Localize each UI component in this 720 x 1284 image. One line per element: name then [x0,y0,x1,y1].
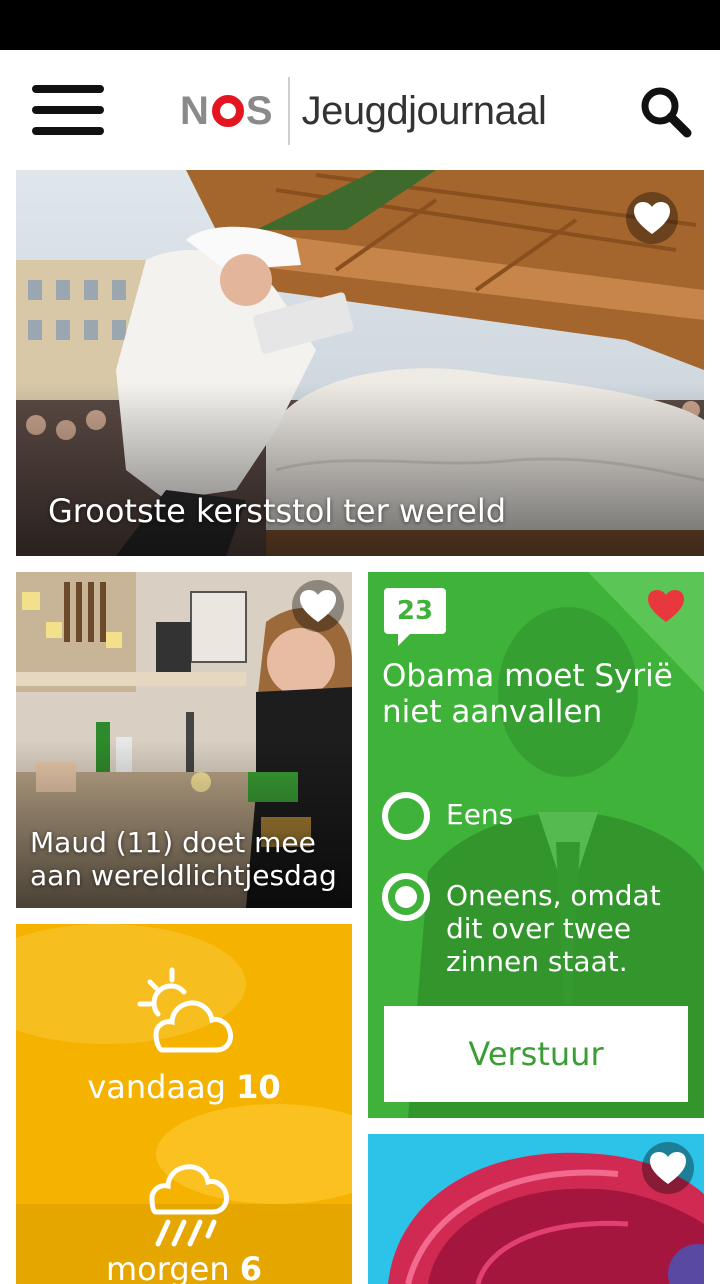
app-logo[interactable]: NS Jeugdjournaal [180,76,547,146]
app-header: NS Jeugdjournaal [0,50,720,170]
maud-title: Maud (11) doet mee aan wereldlichtjesdag [30,826,337,892]
favorite-heart-icon[interactable] [624,190,680,246]
nos-logo: NS [180,88,274,133]
logo-divider [287,77,290,145]
radio-checked-icon[interactable] [382,873,430,921]
hero-title: Grootste kerststol ter wereld [48,492,507,530]
logo-title: Jeugdjournaal [301,88,547,133]
weather-today-label: vandaag [87,1068,226,1106]
poll-question: Obama moet Syrië niet aanvallen [382,658,673,730]
poll-tile: 23 Obama moet Syrië niet aanvallen Eens … [368,572,704,1118]
weather-today-temp: 10 [236,1068,281,1106]
submit-vote-button[interactable]: Verstuur [384,1006,688,1102]
status-bar [0,0,720,50]
weather-today: vandaag 10 [16,1068,352,1106]
favorite-heart-icon[interactable] [638,578,694,634]
poll-option-label: Oneens, omdat dit over twee zinnen staat… [446,879,661,978]
weather-tile[interactable]: vandaag 10 morgen 6 [16,924,352,1284]
favorite-heart-icon[interactable] [290,578,346,634]
weather-tomorrow: morgen 6 [16,1250,352,1284]
hamburger-menu-icon[interactable] [32,85,104,135]
poll-option-label: Eens [446,798,514,831]
news-tile-promo[interactable] [368,1134,704,1284]
rain-cloud-icon [138,1162,230,1256]
partly-cloudy-icon [132,964,236,1064]
poll-option-eens[interactable]: Eens [382,792,696,840]
comment-count-badge[interactable]: 23 [384,588,446,646]
radio-unchecked-icon[interactable] [382,792,430,840]
poll-option-oneens[interactable]: Oneens, omdat dit over twee zinnen staat… [382,873,696,978]
weather-tomorrow-label: morgen [105,1250,230,1284]
favorite-heart-icon[interactable] [640,1140,696,1196]
search-icon[interactable] [640,86,692,138]
news-tile-maud[interactable]: Maud (11) doet mee aan wereldlichtjesdag [16,572,352,908]
weather-tomorrow-temp: 6 [239,1250,263,1284]
news-tile-hero[interactable]: Grootste kerststol ter wereld [16,170,704,556]
